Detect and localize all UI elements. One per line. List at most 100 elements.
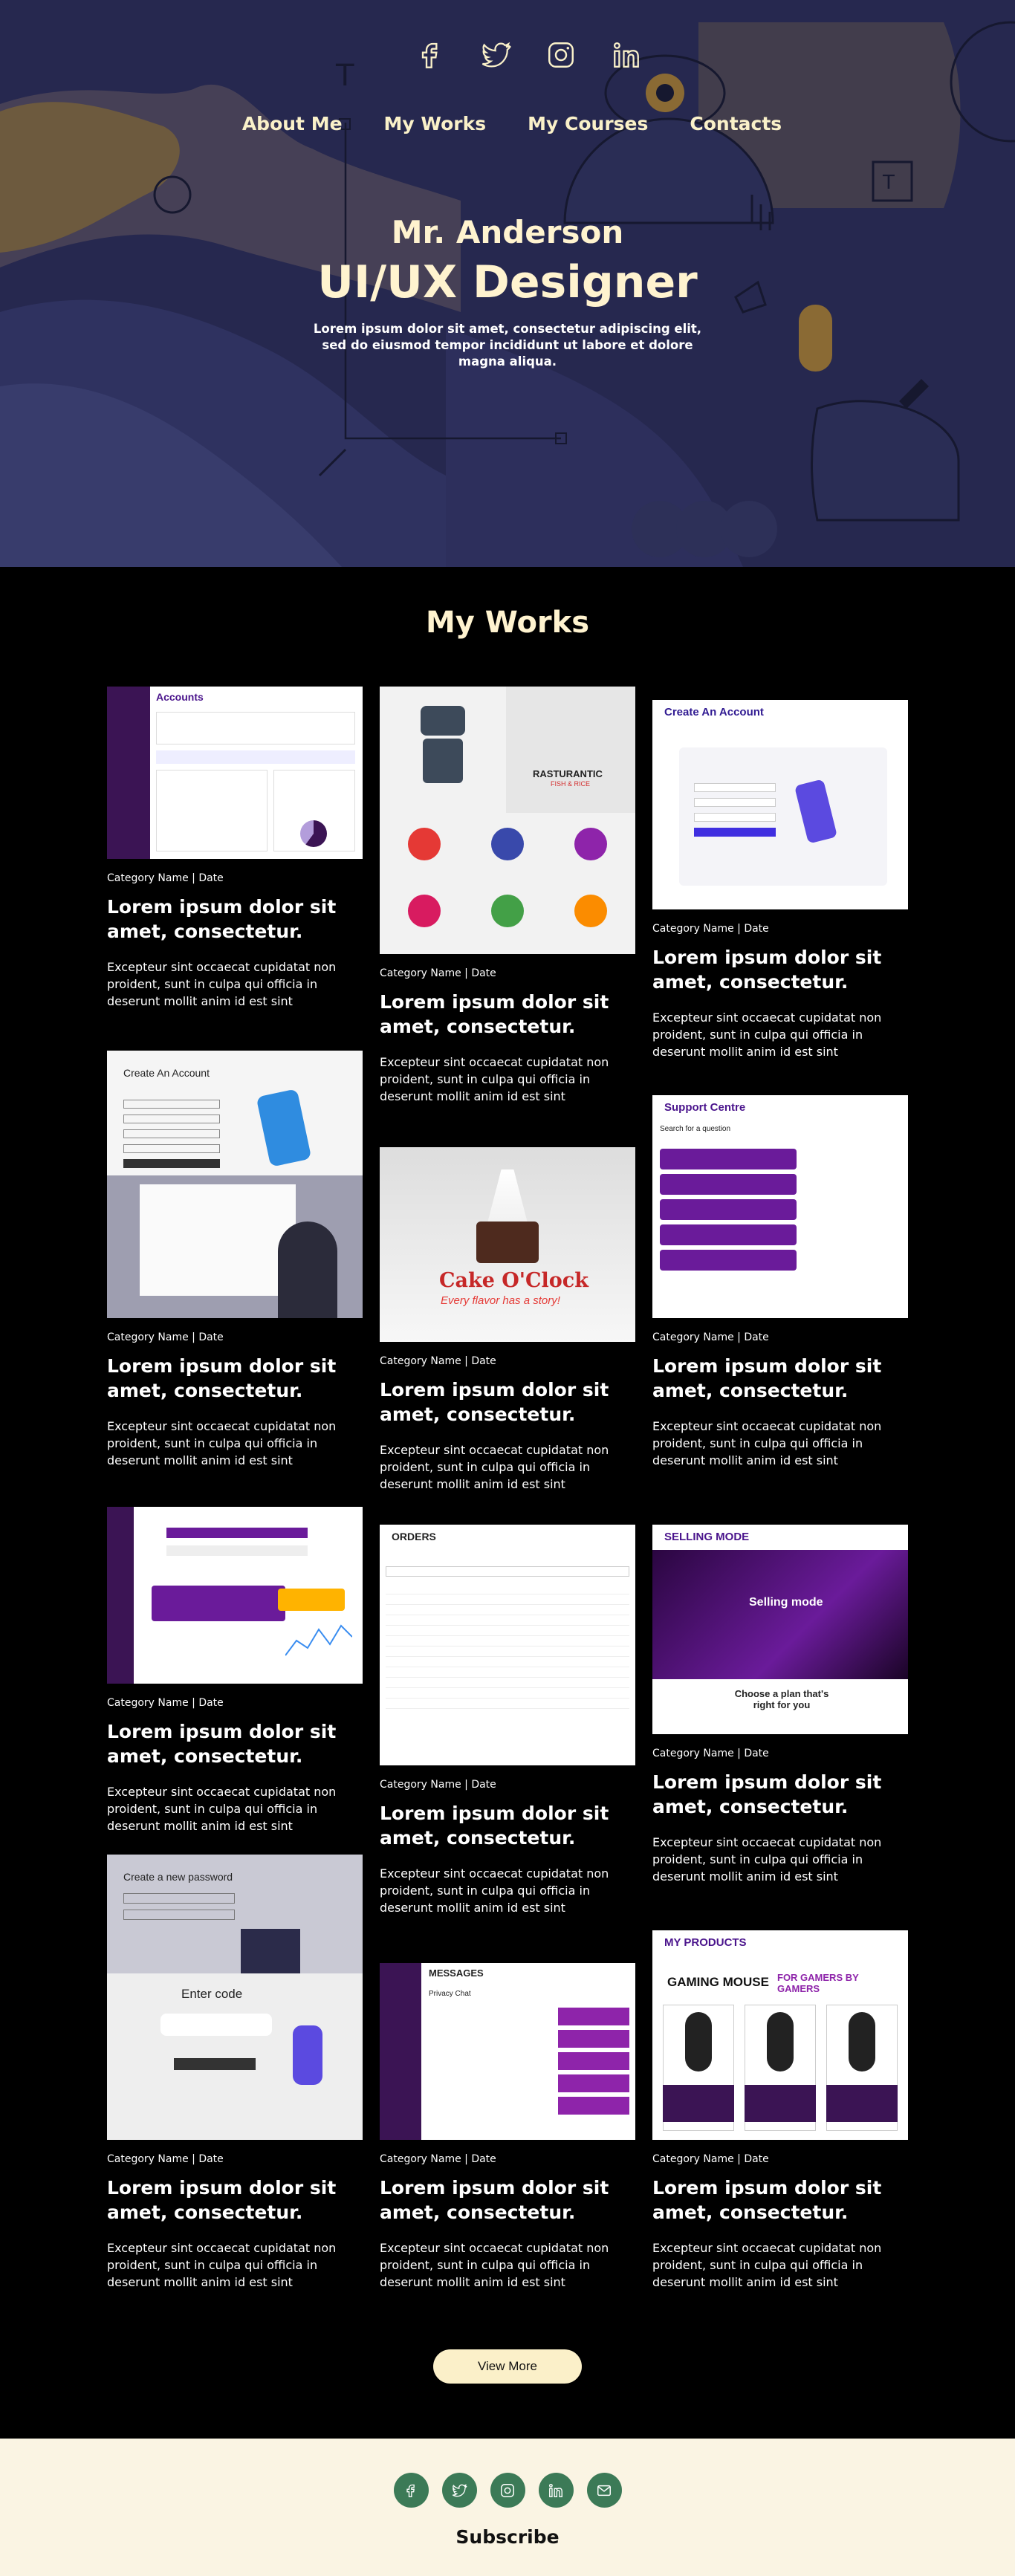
view-more-button[interactable]: View More xyxy=(433,2349,582,2384)
thumb-cake-tag: Every flavor has a story! xyxy=(441,1294,560,1307)
work-card[interactable]: Category Name | Date Lorem ipsum dolor s… xyxy=(107,1507,363,1834)
instagram-icon[interactable] xyxy=(490,2473,525,2508)
work-card[interactable]: Create An Account Category Name | Date L… xyxy=(107,1051,363,1469)
work-thumbnail-create-account-web[interactable]: Create An Account xyxy=(652,700,908,909)
work-description: Excepteur sint occaecat cupidatat non pr… xyxy=(380,1866,609,1915)
work-card[interactable]: RASTURANTIC FISH & RICE Category Name | … xyxy=(380,687,635,1105)
work-thumbnail-new-password[interactable]: Create a new password Enter code xyxy=(107,1855,363,2140)
work-title: Lorem ipsum dolor sit amet, consectetur. xyxy=(652,1771,882,1817)
linkedin-icon[interactable] xyxy=(538,2473,574,2508)
nav-contacts[interactable]: Contacts xyxy=(690,113,782,134)
instagram-icon[interactable] xyxy=(542,36,580,74)
nav-courses[interactable]: My Courses xyxy=(528,113,648,134)
nav-works[interactable]: My Works xyxy=(384,113,487,134)
work-thumbnail-messages[interactable]: MESSAGES Privacy Chat xyxy=(380,1963,635,2140)
work-description: Excepteur sint occaecat cupidatat non pr… xyxy=(652,2241,882,2289)
work-meta: Category Name | Date xyxy=(652,1748,769,1759)
thumb-create-account-web-title: Create An Account xyxy=(664,706,764,718)
thumb-products-tag: FOR GAMERS BY GAMERS xyxy=(777,1972,859,1994)
work-description: Excepteur sint occaecat cupidatat non pr… xyxy=(380,1055,609,1103)
hero-description: Lorem ipsum dolor sit amet, consectetur … xyxy=(313,322,702,369)
work-title: Lorem ipsum dolor sit amet, consectetur. xyxy=(380,1379,609,1425)
svg-text:T: T xyxy=(882,172,895,194)
thumb-orders-title: ORDERS xyxy=(392,1531,436,1542)
twitter-icon[interactable] xyxy=(476,36,515,74)
work-meta: Category Name | Date xyxy=(380,967,496,979)
work-title: Lorem ipsum dolor sit amet, consectetur. xyxy=(107,1721,337,1767)
work-card[interactable]: Accounts Category Name | Date Lorem ipsu… xyxy=(107,687,363,1010)
work-thumbnail-dashboard[interactable] xyxy=(107,1507,363,1684)
work-card[interactable]: ORDERS Category Name | Date Lorem ipsum … xyxy=(380,1525,635,1916)
work-meta: Category Name | Date xyxy=(652,923,769,935)
work-card[interactable]: MY PRODUCTS GAMING MOUSE FOR GAMERS BY G… xyxy=(652,1930,908,2291)
main-nav: About Me My Works My Courses Contacts xyxy=(0,113,1015,134)
work-description: Excepteur sint occaecat cupidatat non pr… xyxy=(107,1785,337,1833)
work-title: Lorem ipsum dolor sit amet, consectetur. xyxy=(107,1355,337,1401)
work-title: Lorem ipsum dolor sit amet, consectetur. xyxy=(107,896,337,942)
work-title: Lorem ipsum dolor sit amet, consectetur. xyxy=(652,2177,882,2223)
work-meta: Category Name | Date xyxy=(652,1331,769,1343)
work-title: Lorem ipsum dolor sit amet, consectetur. xyxy=(380,1803,609,1849)
work-title: Lorem ipsum dolor sit amet, consectetur. xyxy=(652,947,882,993)
work-thumbnail-products[interactable]: MY PRODUCTS GAMING MOUSE FOR GAMERS BY G… xyxy=(652,1930,908,2140)
work-card[interactable]: SELLING MODE Selling mode Choose a plan … xyxy=(652,1525,908,1885)
work-title: Lorem ipsum dolor sit amet, consectetur. xyxy=(380,2177,609,2223)
work-card[interactable]: Create a new password Enter code Categor… xyxy=(107,1855,363,2291)
work-meta: Category Name | Date xyxy=(107,1331,224,1343)
thumb-selling-plan: Choose a plan that's right for you xyxy=(734,1688,829,1710)
work-meta: Category Name | Date xyxy=(380,2153,496,2165)
linkedin-icon[interactable] xyxy=(607,36,646,74)
work-card[interactable]: MESSAGES Privacy Chat Category Name | Da… xyxy=(380,1963,635,2291)
work-description: Excepteur sint occaecat cupidatat non pr… xyxy=(380,1443,609,1491)
thumb-messages-chat: Privacy Chat xyxy=(429,1990,471,1998)
footer-social-links xyxy=(0,2473,1015,2508)
thumb-robot-brand: RASTURANTIC xyxy=(533,768,603,779)
work-description: Excepteur sint occaecat cupidatat non pr… xyxy=(652,1419,882,1467)
thumb-support-search: Search for a question xyxy=(660,1125,731,1133)
work-description: Excepteur sint occaecat cupidatat non pr… xyxy=(652,1835,882,1884)
thumb-products-hero: GAMING MOUSE xyxy=(667,1975,769,1989)
work-meta: Category Name | Date xyxy=(107,2153,224,2165)
work-thumbnail-cake[interactable]: Cake O'Clock Every flavor has a story! xyxy=(380,1147,635,1342)
facebook-icon[interactable] xyxy=(393,2473,429,2508)
work-meta: Category Name | Date xyxy=(107,872,224,884)
work-thumbnail-create-account[interactable]: Create An Account xyxy=(107,1051,363,1318)
thumb-create-account-title: Create An Account xyxy=(123,1067,210,1079)
thumb-selling-title: SELLING MODE xyxy=(664,1531,750,1543)
thumb-new-password-title: Create a new password xyxy=(123,1871,233,1883)
thumb-robot-sub: FISH & RICE xyxy=(551,780,591,788)
work-description: Excepteur sint occaecat cupidatat non pr… xyxy=(652,1010,882,1059)
hero-section: T T About Me My Works My Courses Contact… xyxy=(0,0,1015,567)
work-thumbnail-accounts[interactable]: Accounts xyxy=(107,687,363,859)
works-heading: My Works xyxy=(425,606,590,640)
footer: Subscribe xyxy=(0,2439,1015,2576)
thumb-cake-brand: Cake O'Clock xyxy=(439,1269,588,1292)
work-title: Lorem ipsum dolor sit amet, consectetur. xyxy=(652,1355,882,1401)
thumb-enter-code-title: Enter code xyxy=(181,1987,243,2001)
work-thumbnail-selling[interactable]: SELLING MODE Selling mode Choose a plan … xyxy=(652,1525,908,1734)
mail-icon[interactable] xyxy=(586,2473,622,2508)
thumb-selling-hero: Selling mode xyxy=(749,1596,823,1609)
subscribe-heading: Subscribe xyxy=(455,2526,560,2548)
work-description: Excepteur sint occaecat cupidatat non pr… xyxy=(107,2241,337,2289)
nav-about[interactable]: About Me xyxy=(242,113,343,134)
work-card[interactable]: Support Centre Search for a question Cat… xyxy=(652,1095,908,1469)
work-description: Excepteur sint occaecat cupidatat non pr… xyxy=(380,2241,609,2289)
work-card[interactable]: Cake O'Clock Every flavor has a story! C… xyxy=(380,1147,635,1493)
facebook-icon[interactable] xyxy=(411,36,450,74)
work-meta: Category Name | Date xyxy=(380,1779,496,1791)
work-thumbnail-branding[interactable]: RASTURANTIC FISH & RICE xyxy=(380,687,635,954)
work-thumbnail-support[interactable]: Support Centre Search for a question xyxy=(652,1095,908,1318)
work-title: Lorem ipsum dolor sit amet, consectetur. xyxy=(107,2177,337,2223)
hero-name: Mr. Anderson xyxy=(391,214,624,250)
work-meta: Category Name | Date xyxy=(380,1355,496,1367)
twitter-icon[interactable] xyxy=(441,2473,477,2508)
thumb-products-title: MY PRODUCTS xyxy=(664,1936,747,1949)
work-description: Excepteur sint occaecat cupidatat non pr… xyxy=(107,960,337,1008)
work-thumbnail-orders[interactable]: ORDERS xyxy=(380,1525,635,1765)
work-meta: Category Name | Date xyxy=(652,2153,769,2165)
work-card[interactable]: Create An Account Category Name | Date L… xyxy=(652,700,908,1060)
thumb-messages-title: MESSAGES xyxy=(429,1967,484,1979)
work-meta: Category Name | Date xyxy=(107,1697,224,1709)
hero-title: UI/UX Designer xyxy=(317,256,698,308)
